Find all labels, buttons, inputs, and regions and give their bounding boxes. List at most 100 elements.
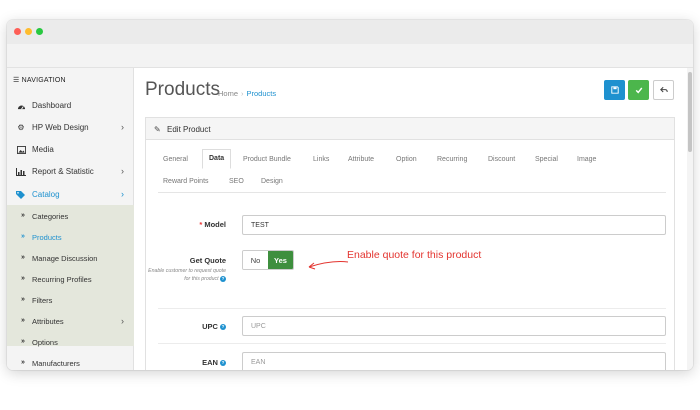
required-asterisk: * (199, 220, 203, 229)
chevron-right-icon: › (121, 316, 124, 326)
submenu-item-products[interactable]: » Products (7, 227, 134, 247)
ean-label-text: EAN (202, 358, 218, 367)
ean-input[interactable] (242, 352, 666, 370)
double-chevron-icon: » (21, 233, 25, 240)
submenu-item-label: Recurring Profiles (32, 275, 92, 284)
navigation-sidebar: ☰ NAVIGATION Dashboard ⚙ HP Web Design ›… (7, 68, 134, 370)
tab-product-bundle[interactable]: Product Bundle (243, 156, 291, 163)
submenu-item-attributes[interactable]: » Attributes › (7, 311, 134, 331)
get-quote-toggle: No Yes (242, 250, 294, 270)
image-icon (16, 145, 26, 154)
browser-window: ☰ NAVIGATION Dashboard ⚙ HP Web Design ›… (7, 20, 693, 370)
tags-icon (16, 190, 26, 199)
tab-general[interactable]: General (163, 156, 188, 163)
submenu-item-label: Products (32, 233, 62, 242)
minimize-window-button[interactable] (25, 28, 32, 35)
tab-image[interactable]: Image (577, 156, 596, 163)
get-quote-help: Enable customer to request quote for thi… (147, 267, 226, 283)
maximize-window-button[interactable] (36, 28, 43, 35)
breadcrumb-separator: › (241, 89, 244, 98)
pencil-icon: ✎ (154, 125, 161, 134)
tab-reward-points[interactable]: Reward Points (163, 178, 209, 185)
catalog-submenu: » Categories » Products » Manage Discuss… (7, 205, 134, 368)
double-chevron-icon: » (21, 359, 25, 366)
cogs-icon: ⚙ (17, 123, 25, 132)
double-chevron-icon: » (21, 254, 25, 261)
submenu-item-label: Manage Discussion (32, 254, 98, 263)
tab-data[interactable]: Data (202, 149, 232, 169)
tabs-divider (158, 192, 666, 193)
tab-links[interactable]: Links (313, 156, 329, 163)
annotation-text: Enable quote for this product (347, 249, 482, 261)
title-bar (7, 20, 693, 44)
get-quote-yes-option[interactable]: Yes (268, 251, 293, 269)
navigation-header: ☰ NAVIGATION (13, 76, 66, 84)
submenu-item-label: Categories (32, 212, 69, 221)
sidebar-item-dashboard[interactable]: Dashboard (7, 95, 134, 115)
upc-label: UPC ? (147, 322, 226, 331)
sidebar-item-label: Dashboard (32, 101, 72, 110)
model-label-text: Model (204, 220, 226, 229)
upc-label-text: UPC (202, 322, 218, 331)
back-button[interactable] (653, 80, 674, 100)
chevron-right-icon: › (121, 166, 124, 176)
close-window-button[interactable] (14, 28, 21, 35)
submenu-item-manage-discussion[interactable]: » Manage Discussion (7, 248, 134, 268)
model-label: * Model (147, 220, 226, 229)
double-chevron-icon: » (21, 212, 25, 219)
question-circle-icon: ? (220, 275, 226, 282)
submenu-item-filters[interactable]: » Filters (7, 290, 134, 310)
chevron-right-icon: › (121, 189, 124, 199)
submenu-item-label: Attributes (32, 317, 64, 326)
navigation-header-label: NAVIGATION (21, 77, 66, 84)
submenu-item-recurring-profiles[interactable]: » Recurring Profiles (7, 269, 134, 289)
ean-label: EAN ? (147, 358, 226, 367)
tab-option[interactable]: Option (396, 156, 417, 163)
double-chevron-icon: » (21, 296, 25, 303)
scrollbar-thumb[interactable] (688, 72, 692, 152)
check-icon (635, 87, 642, 94)
annotation-arrow-icon (308, 261, 349, 270)
sidebar-item-catalog[interactable]: Catalog › (7, 184, 134, 204)
chevron-right-icon: › (121, 122, 124, 132)
submenu-item-manufacturers[interactable]: » Manufacturers (7, 353, 134, 370)
row-divider (158, 343, 666, 344)
page-scrollbar[interactable] (687, 68, 693, 370)
sidebar-item-media[interactable]: Media (7, 139, 134, 159)
dashboard-icon (16, 101, 26, 110)
tab-attribute[interactable]: Attribute (348, 156, 374, 163)
breadcrumb: Home › Products (218, 89, 276, 98)
save-button[interactable] (604, 80, 625, 100)
get-quote-help-text: Enable customer to request quote for thi… (148, 268, 226, 282)
bar-chart-icon (16, 167, 26, 176)
browser-toolbar (7, 44, 693, 68)
breadcrumb-current-link[interactable]: Products (247, 89, 277, 98)
question-circle-icon: ? (220, 324, 226, 331)
page-title: Products (145, 79, 220, 100)
row-divider (158, 308, 666, 309)
submenu-item-label: Manufacturers (32, 359, 80, 368)
tab-discount[interactable]: Discount (488, 156, 515, 163)
submenu-item-categories[interactable]: » Categories (7, 206, 134, 226)
upc-input[interactable] (242, 316, 666, 336)
sidebar-item-label: Media (32, 145, 54, 154)
question-circle-icon: ? (220, 360, 226, 367)
breadcrumb-home-link[interactable]: Home (218, 89, 238, 98)
submenu-item-options[interactable]: » Options (7, 332, 134, 352)
panel-heading: ✎ Edit Product (146, 118, 674, 140)
reply-icon (659, 86, 668, 93)
sidebar-item-label: Report & Statistic (32, 167, 94, 176)
model-input[interactable] (242, 215, 666, 235)
sidebar-item-hp-web-design[interactable]: ⚙ HP Web Design › (7, 117, 134, 137)
sidebar-item-label: HP Web Design (32, 123, 89, 132)
menu-icon: ☰ (13, 77, 20, 84)
get-quote-no-option[interactable]: No (243, 251, 268, 269)
sidebar-item-label: Catalog (32, 190, 60, 199)
double-chevron-icon: » (21, 275, 25, 282)
apply-button[interactable] (628, 80, 649, 100)
tab-special[interactable]: Special (535, 156, 558, 163)
tab-seo[interactable]: SEO (229, 178, 244, 185)
tab-recurring[interactable]: Recurring (437, 156, 467, 163)
tab-design[interactable]: Design (261, 178, 283, 185)
sidebar-item-report-statistic[interactable]: Report & Statistic › (7, 161, 134, 181)
